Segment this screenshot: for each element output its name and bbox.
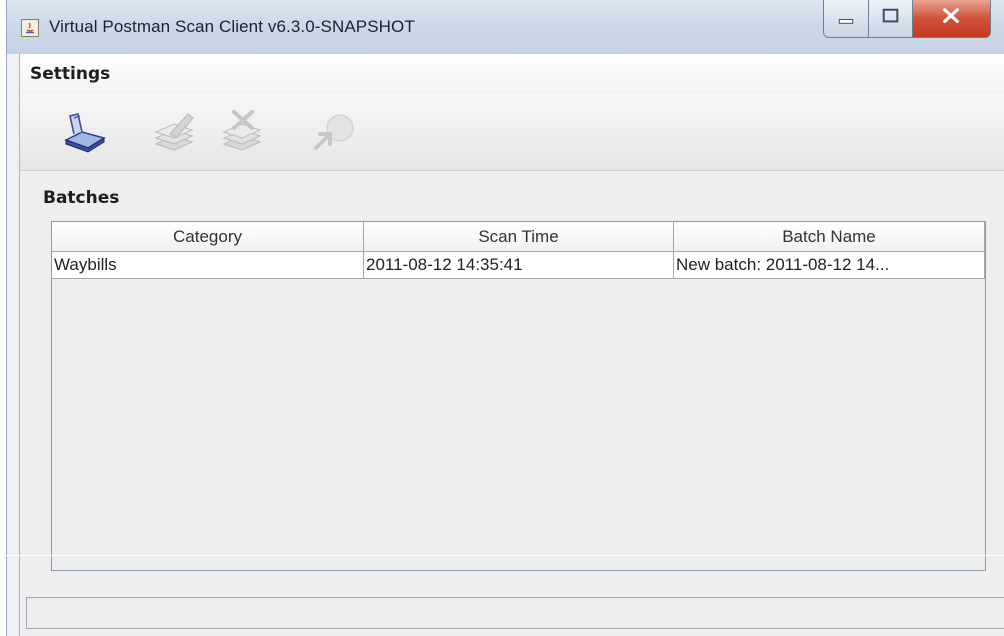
maximize-icon xyxy=(882,8,899,23)
edit-batch-button[interactable] xyxy=(152,108,200,156)
screen-glare-line xyxy=(0,555,1004,556)
scanner-icon xyxy=(64,113,106,153)
table-header: Category Scan Time Batch Name xyxy=(52,222,985,252)
send-arrow-icon xyxy=(314,114,354,150)
column-header-batch-name[interactable]: Batch Name xyxy=(674,222,985,251)
batches-table[interactable]: Category Scan Time Batch Name Waybills 2… xyxy=(51,221,986,571)
column-header-category[interactable]: Category xyxy=(52,222,364,251)
minimize-button[interactable] xyxy=(823,0,869,38)
scan-button[interactable] xyxy=(60,108,108,156)
window-title: Virtual Postman Scan Client v6.3.0-SNAPS… xyxy=(49,17,415,36)
app-window: Virtual Postman Scan Client v6.3.0-SNAPS… xyxy=(6,0,1004,636)
maximize-button[interactable] xyxy=(869,0,913,38)
batches-label: Batches xyxy=(43,188,120,208)
client-area: Settings Batches Category Scan Time Batc… xyxy=(19,54,1004,636)
java-app-icon[interactable] xyxy=(21,19,39,37)
window-controls xyxy=(805,0,1001,42)
close-icon xyxy=(943,8,959,23)
status-bar xyxy=(26,597,1004,629)
send-button[interactable] xyxy=(310,108,358,156)
column-header-scan-time[interactable]: Scan Time xyxy=(364,222,674,251)
menu-settings[interactable]: Settings xyxy=(30,64,110,84)
delete-batch-button[interactable] xyxy=(220,108,268,156)
cell-scan-time: 2011-08-12 14:35:41 xyxy=(364,252,674,278)
cell-category: Waybills xyxy=(52,252,364,278)
edit-stack-icon xyxy=(154,113,194,151)
close-button[interactable] xyxy=(913,0,991,38)
menu-bar: Settings xyxy=(20,54,1004,94)
minimize-icon xyxy=(838,18,854,24)
delete-stack-icon xyxy=(222,110,262,151)
table-row[interactable]: Waybills 2011-08-12 14:35:41 New batch: … xyxy=(52,252,985,279)
cell-batch-name: New batch: 2011-08-12 14... xyxy=(674,252,985,278)
toolbar xyxy=(20,94,1004,171)
title-bar[interactable]: Virtual Postman Scan Client v6.3.0-SNAPS… xyxy=(7,0,1004,54)
